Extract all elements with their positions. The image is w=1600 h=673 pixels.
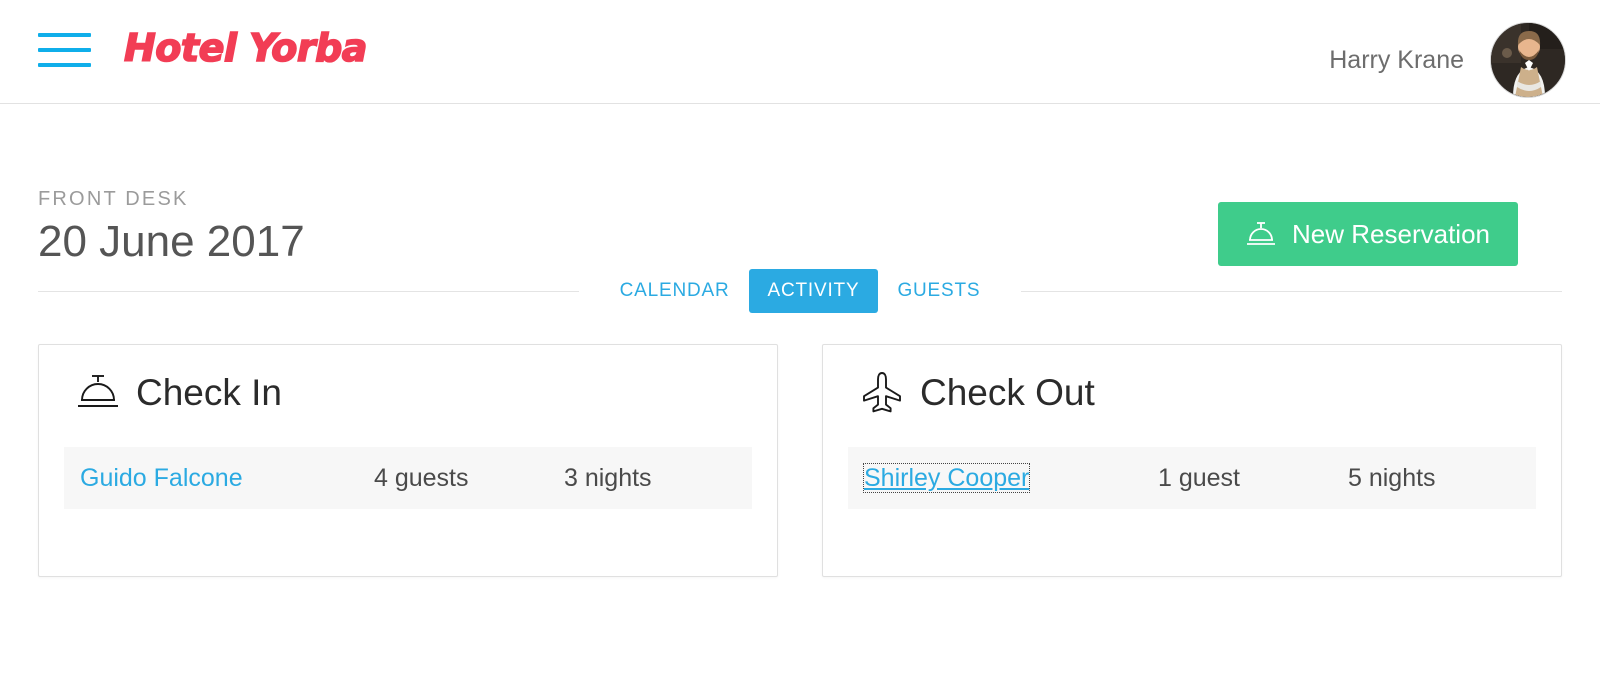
table-row[interactable]: Shirley Cooper 1 guest 5 nights <box>848 447 1536 509</box>
check-out-card-header: Check Out <box>848 345 1536 417</box>
brand-logo[interactable]: Hotel Yorba <box>123 28 368 68</box>
hamburger-icon[interactable] <box>38 33 91 73</box>
avatar[interactable] <box>1490 22 1566 98</box>
new-reservation-label: New Reservation <box>1292 218 1490 249</box>
page-title-row: FRONT DESK 20 June 2017 New Reservation <box>38 104 1562 266</box>
hamburger-bar <box>38 48 91 52</box>
bell-icon <box>76 373 120 411</box>
new-reservation-button[interactable]: New Reservation <box>1218 202 1518 266</box>
tab-calendar[interactable]: CALENDAR <box>601 269 749 313</box>
avatar-photo-icon <box>1491 23 1565 97</box>
hamburger-bar <box>38 33 91 37</box>
tab-bar: CALENDAR ACTIVITY GUESTS <box>38 268 1563 314</box>
app-header: Hotel Yorba Harry Krane <box>0 0 1600 104</box>
tab-activity[interactable]: ACTIVITY <box>748 269 879 313</box>
guest-link[interactable]: Shirley Cooper <box>862 462 1031 493</box>
page-body: FRONT DESK 20 June 2017 New Reservation … <box>0 104 1600 577</box>
bell-icon <box>1246 221 1276 247</box>
breadcrumb: FRONT DESK <box>38 188 189 210</box>
divider-left <box>38 290 579 292</box>
check-in-card: Check In Guido Falcone 4 guests 3 nights <box>38 344 778 577</box>
check-out-card: Check Out Shirley Cooper 1 guest 5 night… <box>822 344 1562 577</box>
nights-count-cell: 5 nights <box>1348 463 1436 492</box>
check-in-title: Check In <box>136 371 283 413</box>
divider-right <box>1021 290 1563 292</box>
activity-cards: Check In Guido Falcone 4 guests 3 nights… <box>38 344 1562 577</box>
check-out-title: Check Out <box>920 371 1095 413</box>
guest-count-cell: 4 guests <box>374 463 469 492</box>
guest-name-cell: Shirley Cooper <box>848 462 1158 493</box>
table-row[interactable]: Guido Falcone 4 guests 3 nights <box>64 447 752 509</box>
nights-count-cell: 3 nights <box>564 463 652 492</box>
check-in-card-header: Check In <box>64 345 752 417</box>
guest-link[interactable]: Guido Falcone <box>80 464 243 492</box>
airplane-icon <box>860 370 904 414</box>
page-title: 20 June 2017 <box>38 217 305 266</box>
hamburger-bar <box>38 63 91 67</box>
user-menu[interactable]: Harry Krane <box>1329 22 1566 98</box>
tab-guests[interactable]: GUESTS <box>878 269 999 313</box>
guest-count-cell: 1 guest <box>1158 463 1241 492</box>
user-name-label: Harry Krane <box>1329 45 1464 74</box>
tabs: CALENDAR ACTIVITY GUESTS <box>579 269 1022 313</box>
guest-name-cell: Guido Falcone <box>64 464 374 493</box>
